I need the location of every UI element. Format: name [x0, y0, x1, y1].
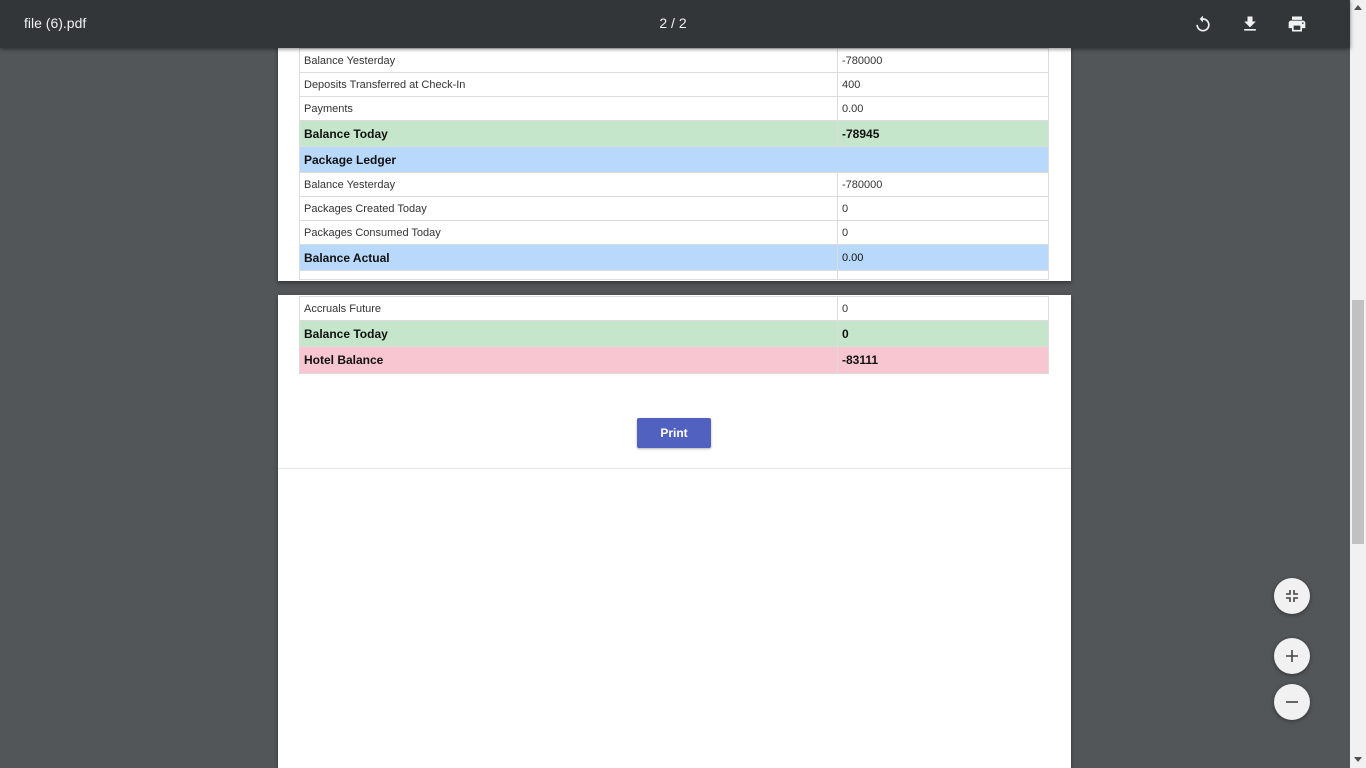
row-label: Balance Yesterday — [299, 172, 838, 197]
download-button[interactable] — [1234, 8, 1266, 40]
table-row: Packages Created Today 0 — [299, 196, 1049, 221]
row-value — [837, 146, 1049, 173]
scrollbar-thumb[interactable] — [1352, 300, 1364, 544]
row-value: 0 — [837, 320, 1049, 347]
balance-today-row: Balance Today -78945 — [299, 120, 1049, 147]
divider — [278, 468, 1071, 469]
row-value: 0.00 — [837, 96, 1049, 121]
zoom-out-icon — [1286, 701, 1298, 703]
ledger-table-page-1: Balance Yesterday -780000 Deposits Trans… — [299, 48, 1049, 280]
zoom-in-button[interactable] — [1274, 638, 1310, 674]
hotel-balance-row: Hotel Balance -83111 — [299, 346, 1049, 374]
row-value: 0 — [837, 220, 1049, 245]
row-value: -780000 — [837, 48, 1049, 73]
print-icon — [1288, 16, 1306, 32]
row-label: Balance Today — [299, 120, 838, 147]
page-indicator: 2 / 2 — [659, 15, 687, 31]
row-value: -83111 — [837, 346, 1049, 374]
ledger-table-page-2: Accruals Future 0 Balance Today 0 Hotel … — [299, 296, 1049, 374]
table-row: Payments 0.00 — [299, 96, 1049, 121]
section-header-package-ledger: Package Ledger — [299, 146, 1049, 173]
balance-actual-row: Balance Actual 0.00 — [299, 244, 1049, 271]
scroll-down-arrow-icon[interactable] — [1354, 757, 1362, 762]
fit-to-page-button[interactable] — [1274, 578, 1310, 614]
row-label: Packages Created Today — [299, 196, 838, 221]
vertical-scrollbar[interactable] — [1350, 0, 1366, 768]
rotate-button[interactable] — [1187, 8, 1219, 40]
table-row: Packages Consumed Today 0 — [299, 220, 1049, 245]
row-value: 0 — [837, 296, 1049, 321]
row-value: 0.00 — [837, 244, 1049, 271]
row-value: -780000 — [837, 172, 1049, 197]
zoom-out-button[interactable] — [1274, 684, 1310, 720]
row-label: Accruals Future — [299, 296, 838, 321]
row-label: Balance Yesterday — [299, 48, 838, 73]
table-row: Deposits Transferred at Check-In 400 — [299, 72, 1049, 97]
table-row: Balance Yesterday -780000 — [299, 172, 1049, 197]
table-row-cut — [299, 270, 1049, 280]
fit-to-page-icon — [1286, 590, 1298, 602]
download-icon — [1244, 16, 1256, 31]
pdf-toolbar: file (6).pdf 2 / 2 — [0, 0, 1350, 48]
print-button[interactable]: Print — [637, 418, 711, 448]
row-value: 400 — [837, 72, 1049, 97]
empty-cell — [837, 270, 1049, 280]
print-toolbar-button[interactable] — [1281, 8, 1313, 40]
row-label: Packages Consumed Today — [299, 220, 838, 245]
row-label: Payments — [299, 96, 838, 121]
row-label: Balance Actual — [299, 244, 838, 271]
row-label: Hotel Balance — [299, 346, 838, 374]
pdf-page-2: Accruals Future 0 Balance Today 0 Hotel … — [278, 295, 1071, 768]
table-row: Accruals Future 0 — [299, 296, 1049, 321]
zoom-in-icon — [1286, 650, 1298, 662]
row-label: Balance Today — [299, 320, 838, 347]
rotate-icon — [1196, 15, 1210, 32]
row-value: -78945 — [837, 120, 1049, 147]
section-title: Package Ledger — [299, 146, 838, 173]
table-row: Balance Yesterday -780000 — [299, 48, 1049, 73]
row-value: 0 — [837, 196, 1049, 221]
file-title: file (6).pdf — [24, 15, 87, 31]
scroll-up-arrow-icon[interactable] — [1354, 5, 1362, 10]
empty-cell — [299, 270, 838, 280]
balance-today-row: Balance Today 0 — [299, 320, 1049, 347]
row-label: Deposits Transferred at Check-In — [299, 72, 838, 97]
